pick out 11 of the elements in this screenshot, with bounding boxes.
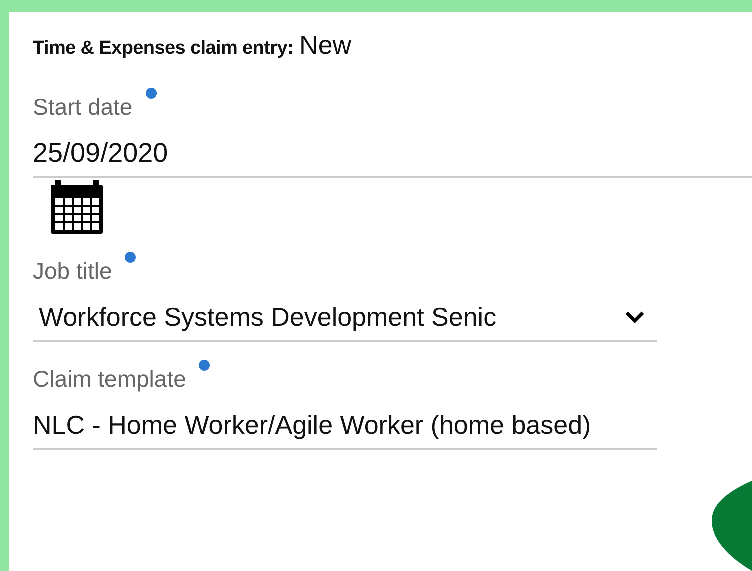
form-status: New bbox=[300, 30, 352, 61]
dropdown-field[interactable]: Workforce Systems Development Senic bbox=[33, 294, 657, 342]
calendar-icon[interactable] bbox=[51, 180, 103, 234]
field-label: Start date bbox=[33, 94, 133, 121]
chevron-down-icon bbox=[625, 310, 645, 324]
date-field[interactable]: 25/09/2020 bbox=[33, 130, 752, 178]
text-field[interactable]: NLC - Home Worker/Agile Worker (home based) bbox=[33, 402, 657, 450]
field-label: Claim template bbox=[33, 366, 186, 393]
field-label: Job title bbox=[33, 258, 112, 285]
form-title: Time & Expenses claim entry: bbox=[33, 38, 294, 60]
floating-shape[interactable] bbox=[710, 481, 752, 571]
